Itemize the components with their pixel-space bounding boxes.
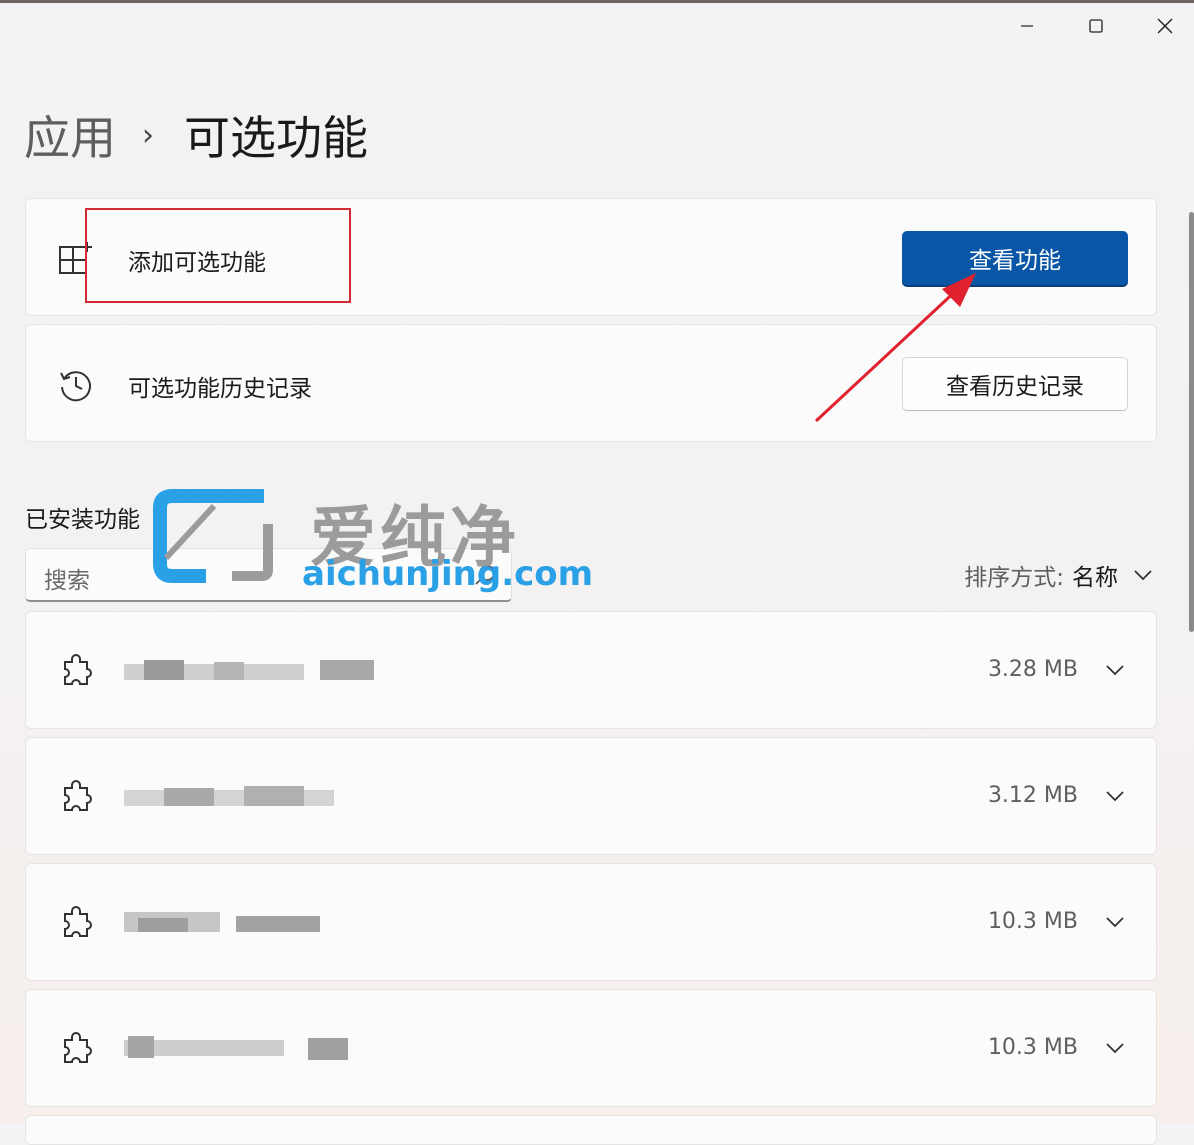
feature-item[interactable]: 10.3 MB	[25, 863, 1157, 981]
feature-item[interactable]	[25, 1115, 1157, 1145]
highlight-box	[85, 208, 351, 303]
feature-size: 10.3 MB	[987, 1035, 1078, 1060]
blurred-feature-name	[124, 912, 320, 932]
search-placeholder: 搜索	[44, 568, 90, 594]
puzzle-icon	[64, 1032, 92, 1063]
history-label: 可选功能历史记录	[128, 376, 312, 402]
puzzle-icon	[64, 906, 92, 937]
breadcrumb-separator: ›	[142, 117, 154, 153]
sort-value: 名称	[1072, 565, 1118, 591]
feature-item[interactable]: 10.3 MB	[25, 989, 1157, 1107]
annotation-arrow	[814, 273, 976, 423]
page-title: 可选功能	[184, 111, 368, 165]
puzzle-icon	[64, 780, 92, 811]
breadcrumb-apps[interactable]: 应用	[24, 102, 116, 168]
minimize-button[interactable]	[1007, 10, 1047, 42]
blurred-feature-name	[124, 660, 374, 680]
search-icon	[475, 565, 495, 585]
feature-size: 3.12 MB	[987, 783, 1078, 808]
minimize-icon	[1021, 25, 1033, 27]
window-top-strip	[0, 0, 1194, 3]
feature-item[interactable]: 3.12 MB	[25, 737, 1157, 855]
scrollbar[interactable]	[1189, 212, 1194, 632]
feature-size: 3.28 MB	[987, 657, 1078, 682]
feature-size: 10.3 MB	[987, 909, 1078, 934]
puzzle-icon	[64, 654, 92, 685]
chevron-down-icon	[1134, 570, 1152, 581]
search-input[interactable]: 搜索	[25, 548, 512, 602]
blurred-feature-name	[124, 1036, 348, 1060]
chevron-down-icon[interactable]	[1104, 1037, 1126, 1059]
maximize-icon	[1089, 19, 1103, 33]
sort-dropdown[interactable]: 排序方式: 名称	[964, 558, 1154, 592]
feature-item[interactable]: 3.28 MB	[25, 611, 1157, 729]
maximize-button[interactable]	[1076, 10, 1116, 42]
installed-features-title: 已安装功能	[25, 507, 140, 533]
blurred-feature-name	[124, 786, 334, 806]
breadcrumb: 应用 › 可选功能	[24, 100, 368, 170]
chevron-down-icon[interactable]	[1104, 785, 1126, 807]
chevron-down-icon[interactable]	[1104, 911, 1126, 933]
close-button[interactable]	[1145, 10, 1185, 42]
history-icon	[60, 371, 91, 402]
chevron-down-icon[interactable]	[1104, 659, 1126, 681]
sort-label: 排序方式:	[964, 565, 1064, 591]
close-icon	[1157, 18, 1173, 34]
